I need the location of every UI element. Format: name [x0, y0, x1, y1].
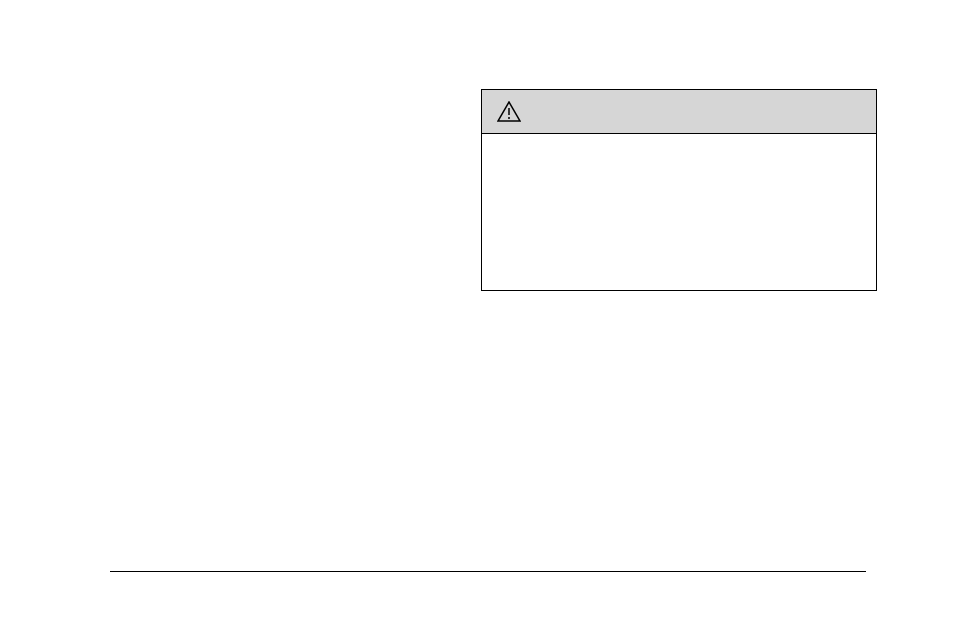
- caution-box: [481, 89, 877, 291]
- caution-body: [482, 134, 876, 154]
- caution-header: [482, 90, 876, 134]
- separator-line: [110, 571, 866, 572]
- warning-triangle-icon: [497, 101, 521, 123]
